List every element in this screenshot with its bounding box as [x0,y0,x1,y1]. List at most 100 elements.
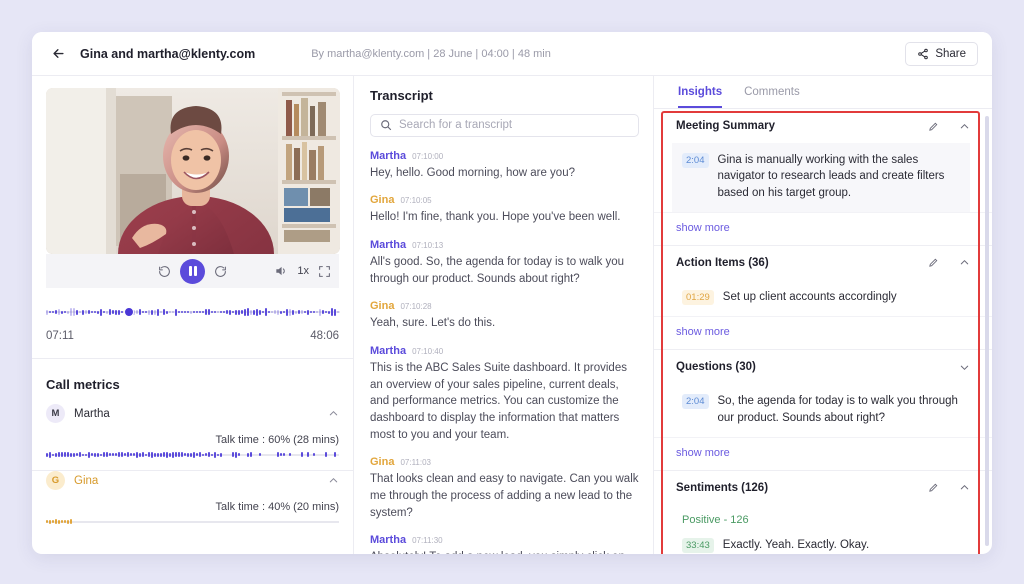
chevron-up-icon[interactable] [959,121,970,132]
transcript-entry[interactable]: Gina07:11:03That looks clean and easy to… [370,456,639,521]
waveform-bars [46,304,340,320]
transcript-entry-header: Martha07:10:40 [370,345,639,357]
insight-section-title: Sentiments (126) [676,482,768,494]
current-time-label: 07:11 [46,330,74,342]
back-arrow-icon[interactable] [48,44,68,64]
insight-section-header[interactable]: Sentiments (126) [654,471,992,505]
transcript-entry-header: Martha 07:11:30 [370,534,639,546]
insight-section-body: 01:29Set up client accounts accordingly [654,280,992,316]
timestamp-chip[interactable]: 2:04 [682,394,709,409]
timeline-container [32,288,353,320]
insight-section-title: Meeting Summary [676,120,775,132]
pencil-icon[interactable] [928,257,939,268]
insight-section-header[interactable]: Action Items (36) [654,246,992,280]
speaker-name: Martha [74,408,110,420]
tab-insights[interactable]: Insights [678,86,722,108]
insights-panel: Insights Comments Meeting Summary 2:04Gin… [654,76,992,554]
transcript-text: This is the ABC Sales Suite dashboard. I… [370,360,639,443]
pencil-icon[interactable] [928,121,939,132]
transcript-entry-header: Gina07:10:05 [370,194,639,206]
transcript-timestamp: 07:11:30 [412,536,443,545]
sentiment-label: Positive - 126 [672,505,970,528]
insight-entry[interactable]: 01:29Set up client accounts accordingly [672,280,970,316]
insight-section-title: Action Items (36) [676,257,769,269]
transcript-entry[interactable]: Gina07:10:05Hello! I'm fine, thank you. … [370,194,639,226]
video-player[interactable] [46,88,340,254]
transcript-timestamp: 07:11:03 [400,458,431,467]
chevron-down-icon[interactable] [959,362,970,373]
timestamp-chip[interactable]: 2:04 [682,153,709,168]
transcript-entry[interactable]: Martha07:10:40 This is the ABC Sales Suit… [370,345,639,443]
chevron-up-icon[interactable] [328,475,339,486]
insight-entry[interactable]: 2:04 So, the agenda for today is to walk … [672,384,970,437]
transcript-title: Transcript [370,88,639,103]
insight-section-actions [928,482,970,493]
insight-section-title: Questions (30) [676,361,756,373]
transcript-timestamp: 07:10:00 [412,152,443,161]
chevron-up-icon[interactable] [328,408,339,419]
playhead-handle[interactable] [124,307,134,317]
transcript-text: Absolutely! To add a new lead, you simpl… [370,549,639,554]
share-network-icon [917,48,929,60]
tab-comments[interactable]: Comments [744,86,800,108]
insight-section-header[interactable]: Questions (30) [654,350,992,384]
transcript-timestamp: 07:10:40 [412,347,443,356]
insight-section-header[interactable]: Meeting Summary [654,109,992,143]
insight-entry[interactable]: 2:04Gina is manually working with the sa… [672,143,970,212]
main-body: 1x 07:11 48:06 Call metrics [32,76,992,554]
insight-section: Meeting Summary 2:04Gina is manually work… [654,109,992,246]
insights-scrollbar[interactable] [985,116,989,546]
insight-entry[interactable]: 33:43Exactly. Yeah. Exactly. Okay. [672,528,970,554]
share-button[interactable]: Share [905,42,978,66]
bar-segments [46,518,339,525]
insight-section: Action Items (36) 01:29Set up client acco… [654,246,992,350]
pencil-icon[interactable] [928,482,939,493]
transcript-search-box[interactable] [370,114,639,137]
timestamp-chip[interactable]: 01:29 [682,290,714,305]
chevron-up-icon[interactable] [959,482,970,493]
forward-10-icon[interactable] [214,265,227,278]
transcript-panel: Transcript Martha 07:10:00 Hey, hello. Goo… [354,76,654,554]
transcript-entry[interactable]: Martha 07:10:00 Hey, hello. Good morning, … [370,150,639,182]
search-input[interactable] [399,119,629,131]
show-more-link[interactable]: show more [654,316,992,349]
transcript-timestamp: 07:10:05 [400,196,431,205]
volume-icon[interactable] [274,264,288,278]
player-center-controls [158,259,227,284]
talk-time-label: Talk time : 40% (20 mins) [46,501,339,513]
playback-speed-button[interactable]: 1x [297,265,309,277]
insight-section-actions [928,121,970,132]
player-right-controls: 1x [274,254,331,288]
transcript-text: That looks clean and easy to navigate. C… [370,471,639,521]
transcript-timestamp: 07:10:13 [412,241,443,250]
insights-scroll-area: Meeting Summary 2:04Gina is manually work… [654,109,992,554]
show-more-link[interactable]: show more [654,437,992,470]
timestamp-chip[interactable]: 33:43 [682,538,714,553]
transcript-speaker-name: Martha [370,534,406,546]
transcript-text: Hey, hello. Good morning, how are you? [370,165,639,182]
transcript-speaker-name: Martha [370,150,406,162]
speaker-metric-martha: M Martha Talk time : 60% (28 mins) [32,404,353,471]
audio-waveform-scrubber[interactable] [46,304,340,320]
pause-button[interactable] [180,259,205,284]
talk-time-bar [46,518,339,525]
rewind-10-icon[interactable] [158,265,171,278]
transcript-text: Yeah, sure. Let's do this. [370,315,639,332]
transcript-entry[interactable]: Martha07:10:13All's good. So, the agenda… [370,239,639,287]
share-label: Share [935,48,966,60]
show-more-link[interactable]: show more [654,212,992,245]
transcript-entry[interactable]: Martha 07:11:30 Absolutely! To add a new l… [370,534,639,554]
transcript-text: All's good. So, the agenda for today is … [370,254,639,287]
insight-entry-text: So, the agenda for today is to walk you … [718,393,959,426]
avatar: M [46,404,65,423]
avatar: G [46,471,65,490]
fullscreen-icon[interactable] [318,265,331,278]
chevron-up-icon[interactable] [959,257,970,268]
talk-time-bar [46,451,339,458]
search-icon [380,119,392,131]
insight-section-body: 2:04 So, the agenda for today is to walk … [654,384,992,437]
bar-segments [46,451,339,458]
insight-section-body: Positive - 12633:43Exactly. Yeah. Exactl… [654,505,992,554]
transcript-entry[interactable]: Gina07:10:28Yeah, sure. Let's do this. [370,300,639,332]
insight-section-actions [928,257,970,268]
